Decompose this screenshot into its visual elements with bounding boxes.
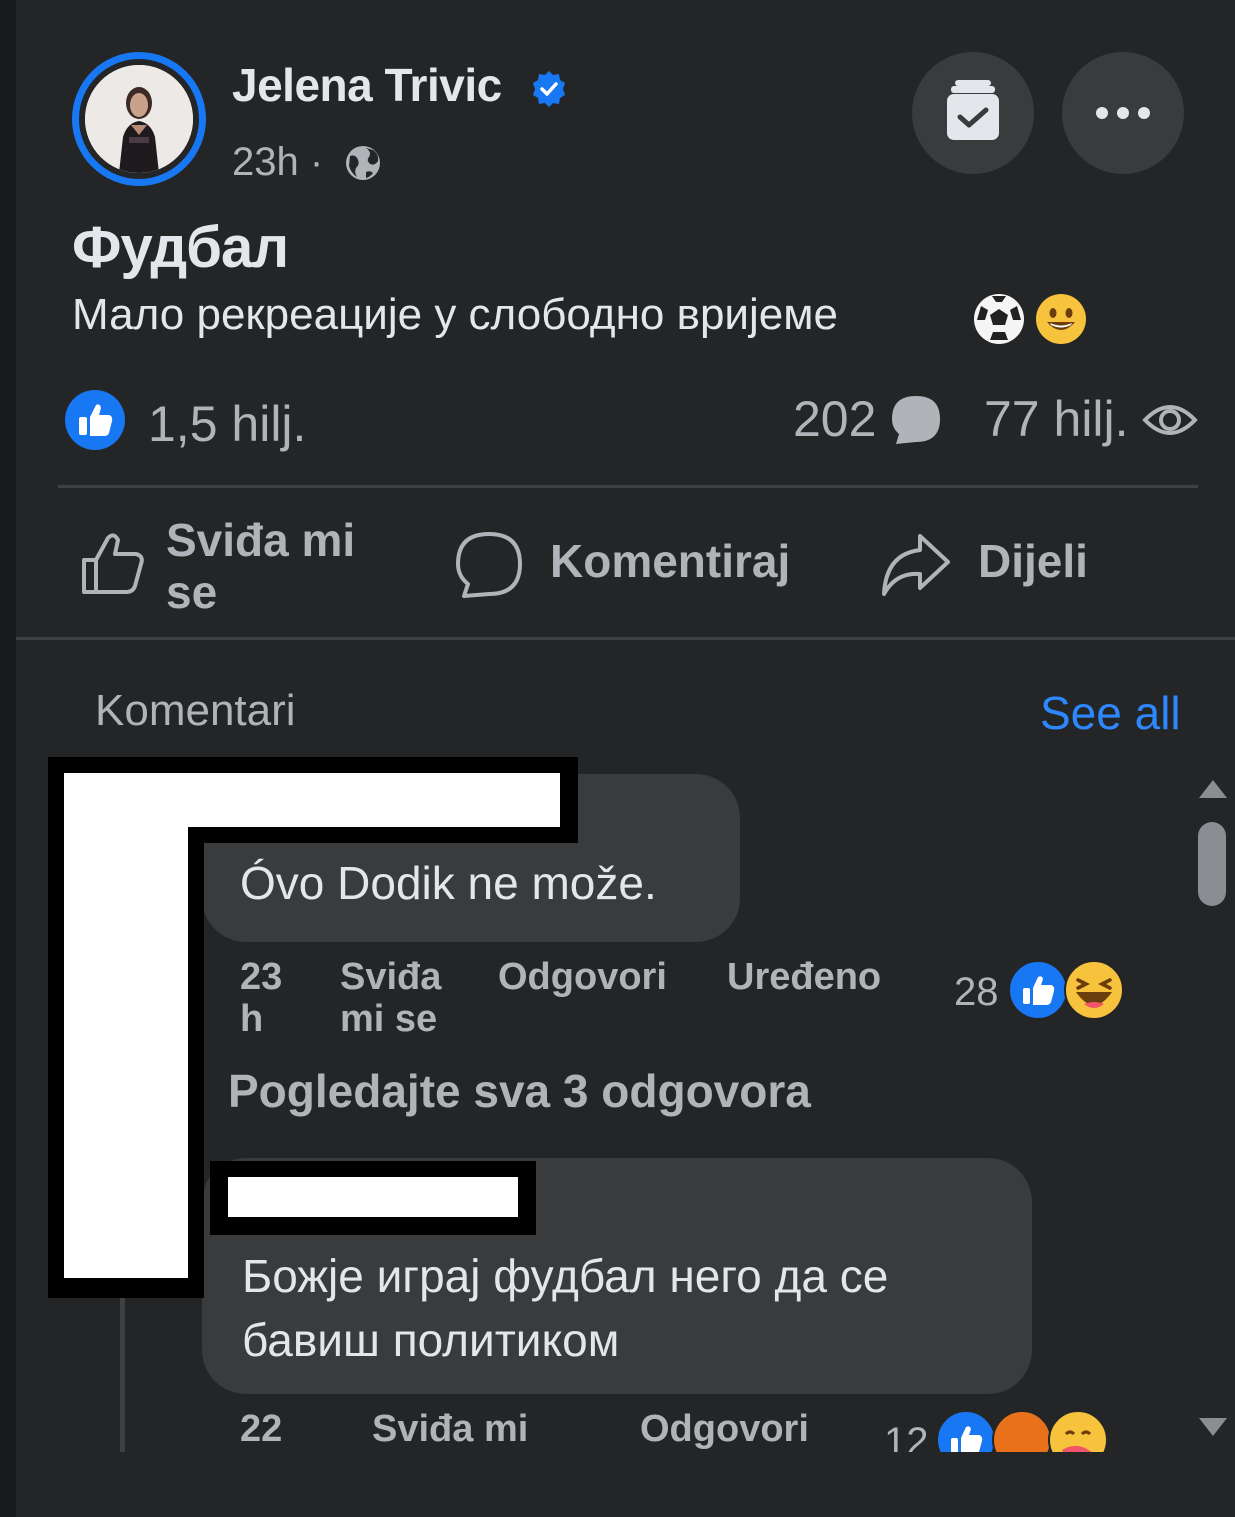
stats-divider [58, 485, 1198, 488]
more-icon [1096, 107, 1150, 119]
views-count: 77 hilj. [984, 391, 1129, 447]
save-button[interactable] [912, 52, 1034, 174]
comment-edited-label[interactable]: Uređeno [727, 956, 881, 998]
comments-section-title: Komentari [95, 686, 296, 735]
like-button[interactable]: Sviđa mi se [72, 512, 382, 622]
comment-icon [456, 532, 522, 598]
comment-label: Komentiraj [550, 535, 791, 587]
post-text: Мало рекреације у слободно вријеме [72, 290, 838, 340]
like-label-line2: se [166, 566, 218, 618]
author-name[interactable]: Jelena Trivic [232, 58, 502, 112]
share-icon [882, 534, 950, 596]
share-label: Dijeli [978, 535, 1088, 587]
redaction-fill [228, 1177, 518, 1217]
comments-count[interactable]: 202 [793, 390, 876, 448]
comment-reply-button[interactable]: Odgovori [498, 956, 667, 998]
scroll-up-icon[interactable] [1197, 776, 1229, 800]
comment-text: Óvo Dodik ne može. [240, 857, 657, 909]
scrollbar-thumb[interactable] [1198, 822, 1226, 906]
view-replies-link[interactable]: Pogledajte sva 3 odgovora [228, 1064, 811, 1118]
comments-scrollbar[interactable] [1187, 762, 1235, 1452]
comment-text: Божје играј фудбал него да се бавиш поли… [242, 1244, 888, 1372]
comment-like-line1: Sviđa [340, 956, 442, 998]
scroll-down-icon[interactable] [1197, 1416, 1229, 1440]
avatar-photo-icon [85, 65, 193, 173]
comment-text-line1: Божје играј фудбал него да се [242, 1250, 889, 1302]
meta-separator: · [309, 140, 324, 184]
redaction-fill [64, 820, 188, 1278]
post-title: Фудбал [72, 215, 289, 280]
like-label: Sviđa mi se [166, 514, 355, 618]
actions-divider [16, 637, 1235, 640]
see-all-link[interactable]: See all [1040, 686, 1181, 740]
eye-icon [1142, 405, 1198, 435]
more-options-button[interactable] [1062, 52, 1184, 174]
comment-reaction-count[interactable]: 28 [954, 970, 999, 1015]
soccer-ball-icon [974, 294, 1024, 344]
post-text-content: Мало рекреације у слободно вријеме [72, 290, 838, 339]
comment-time[interactable]: 23 h [240, 956, 282, 1040]
comment-like-button[interactable]: Sviđa mi [372, 1408, 528, 1450]
comment-like-line2: mi se [340, 998, 438, 1040]
avatar[interactable] [85, 65, 193, 173]
comment-reply-button[interactable]: Odgovori [640, 1408, 809, 1450]
list-footer [16, 1452, 1187, 1517]
save-icon [947, 80, 999, 140]
like-reaction-icon [1008, 960, 1068, 1020]
comment-time-line1: 23 [240, 956, 283, 998]
redaction-fill [64, 773, 560, 827]
reactions-count[interactable]: 1,5 hilj. [148, 395, 306, 453]
post-meta: 23h · [232, 140, 323, 185]
like-reaction-icon[interactable] [64, 389, 126, 451]
share-button[interactable]: Dijeli [876, 512, 1116, 622]
post-time[interactable]: 23h [232, 140, 299, 184]
haha-reaction-icon [1064, 960, 1124, 1020]
globe-icon [346, 146, 380, 180]
thread-line [120, 1280, 125, 1452]
verified-badge-icon [533, 71, 565, 107]
comment-button[interactable]: Komentiraj [450, 512, 810, 622]
comment-text-line2: бавиш политиком [242, 1314, 620, 1366]
comment-like-button[interactable]: Sviđa mi se [340, 956, 441, 1040]
thumbs-up-icon [82, 533, 144, 594]
comment-time[interactable]: 22 [240, 1408, 282, 1450]
smiley-emoji-icon [1036, 294, 1086, 344]
like-label-line1: Sviđa mi [166, 514, 356, 566]
comment-time-line2: h [240, 998, 264, 1040]
comment-bubble-icon [892, 396, 940, 444]
